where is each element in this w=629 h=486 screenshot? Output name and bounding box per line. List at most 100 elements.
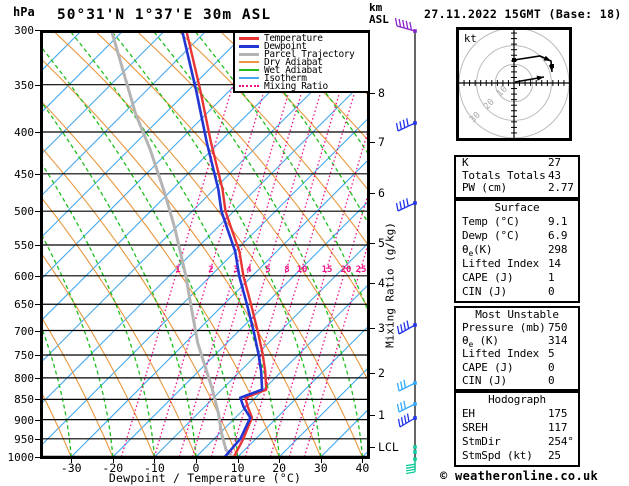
skewt-canvas: 1 2 3 4 5 8 10 15 20 25 — [40, 30, 370, 459]
wind-barb — [396, 400, 417, 413]
wind-barb — [396, 320, 417, 335]
wind-barb — [405, 457, 417, 475]
altitude-tick-mark — [369, 373, 375, 374]
pressure-tick-label: 750 — [14, 348, 34, 362]
indices-box: Surface Temp (°C) 9.1 Dewp (°C) 6.9 θe(K) 298 L… — [454, 199, 580, 303]
pressure-tick-label: 800 — [14, 371, 34, 385]
pressure-tick-label: 400 — [14, 126, 34, 140]
indices-row: Pressure (mb) 750 — [456, 321, 578, 334]
indices-row: CIN (J) 0 — [456, 285, 578, 299]
pressure-tick-mark — [35, 132, 40, 134]
indices-row-value: 0 — [548, 360, 555, 374]
indices-row-value: 298 — [548, 243, 568, 256]
pressure-tick-label: 1000 — [7, 451, 35, 464]
pressure-tick-mark — [35, 438, 40, 440]
mixing-ratio-label: 15 — [322, 265, 333, 275]
legend-swatch-thin — [239, 69, 259, 71]
pressure-axis-unit: hPa — [13, 5, 35, 19]
chart-legend: Temperature Dewpoint Parcel Trajectory Dry … — [233, 31, 370, 93]
indices-row-value: 2.77 — [548, 181, 574, 195]
mixing-ratio-label: 1 — [175, 265, 180, 275]
altitude-tick-mark — [369, 93, 375, 94]
indices-row-value: 27 — [548, 156, 561, 169]
legend-swatch-thin — [239, 61, 259, 63]
indices-row-value: 9.1 — [548, 215, 568, 228]
indices-row-value: 14 — [548, 257, 561, 270]
pressure-tick-mark — [35, 399, 40, 401]
wind-barb — [395, 198, 417, 212]
pressure-tick-mark — [35, 30, 40, 31]
wind-barb — [395, 118, 417, 132]
indices-row-value: 1 — [548, 271, 555, 284]
indices-row-value: 314 — [548, 334, 568, 348]
wind-barb — [413, 450, 417, 454]
altitude-tick-mark — [369, 243, 375, 244]
indices-row-label: Lifted Index — [462, 347, 540, 361]
altitude-tick-mark — [369, 328, 375, 329]
pressure-tick-label: 300 — [14, 24, 34, 37]
indices-box-title: Surface — [494, 201, 540, 214]
indices-row: Lifted Index 5 — [456, 347, 578, 360]
altitude-tick-label: 2 — [378, 366, 385, 380]
indices-box: Most Unstable Pressure (mb) 750 θe (K) 314 Li… — [454, 306, 580, 391]
mixing-ratio-label: 4 — [246, 265, 252, 275]
pressure-tick-mark — [35, 84, 40, 86]
indices-row: CAPE (J) 1 — [456, 271, 578, 285]
altitude-tick-label: 6 — [378, 186, 385, 200]
indices-row: θe(K) 298 — [456, 243, 578, 258]
pressure-tick-mark — [35, 330, 40, 332]
wind-barb — [413, 445, 417, 449]
indices-row-label: StmSpd (kt) — [462, 449, 533, 462]
mixing-ratio-label: 8 — [284, 265, 289, 275]
altitude-tick-label: 7 — [378, 135, 385, 149]
altitude-tick-label: 8 — [378, 86, 385, 100]
legend-label: Mixing Ratio — [264, 80, 328, 92]
hodograph-ring-label: 10 — [495, 84, 510, 99]
pressure-tick-label: 850 — [14, 393, 34, 407]
pressure-tick-label: 650 — [14, 298, 34, 312]
pressure-tick-mark — [35, 304, 40, 306]
wind-barb-column — [395, 18, 417, 475]
indices-row-label: CIN (J) — [462, 373, 507, 387]
altitude-tick-mark — [369, 193, 375, 194]
legend-swatch-dotted — [239, 85, 259, 87]
indices-row: Dewp (°C) 6.9 — [456, 229, 578, 243]
indices-row-value: 750 — [548, 321, 568, 335]
mixing-ratio-label: 25 — [356, 265, 367, 275]
indices-row-value: 254° — [548, 435, 574, 448]
pressure-tick-label: 900 — [14, 413, 34, 427]
indices-row-label: Pressure (mb) — [462, 321, 546, 335]
indices-row-label: CIN (J) — [462, 285, 507, 298]
indices-row: Temp (°C) 9.1 — [456, 215, 578, 229]
mixing-ratio-label: 2 — [208, 265, 213, 275]
pressure-tick-label: 550 — [14, 238, 34, 252]
indices-row-value: 5 — [548, 347, 555, 361]
legend-item: Mixing Ratio — [239, 80, 368, 92]
legend-swatch-thick — [239, 52, 259, 56]
pressure-tick-label: 350 — [14, 78, 34, 92]
indices-row: θe (K) 314 — [456, 334, 578, 349]
altitude-tick-label: 1 — [378, 408, 385, 422]
indices-row-value: 0 — [548, 373, 555, 387]
indices-row-label: EH — [462, 407, 475, 420]
indices-row: EH 175 — [456, 407, 578, 421]
mixing-ratio-label: 20 — [341, 265, 352, 275]
pressure-tick-mark — [35, 173, 40, 175]
series-dewpoint — [181, 32, 264, 456]
indices-row: PW (cm) 2.77 — [456, 182, 578, 195]
pressure-tick-mark — [35, 275, 40, 277]
wind-barb — [396, 379, 417, 392]
datetime-label: 27.11.2022 15GMT (Base: 18) — [424, 7, 622, 21]
indices-row-label: Dewp (°C) — [462, 229, 520, 242]
hodograph-ring-label: 30 — [468, 110, 483, 125]
indices-row: SREH 117 — [456, 421, 578, 435]
indices-row-label: CAPE (J) — [462, 271, 514, 284]
altitude-axis-unit: km ASL — [369, 2, 389, 26]
indices-box-title: Hodograph — [488, 393, 546, 406]
indices-row-label: Lifted Index — [462, 257, 540, 270]
hodograph-unit-label: kt — [464, 33, 477, 45]
legend-swatch-thick — [239, 44, 259, 48]
x-axis-title: Dewpoint / Temperature (°C) — [108, 471, 302, 485]
legend-swatch-thick — [239, 36, 259, 40]
pressure-tick-mark — [35, 377, 40, 379]
